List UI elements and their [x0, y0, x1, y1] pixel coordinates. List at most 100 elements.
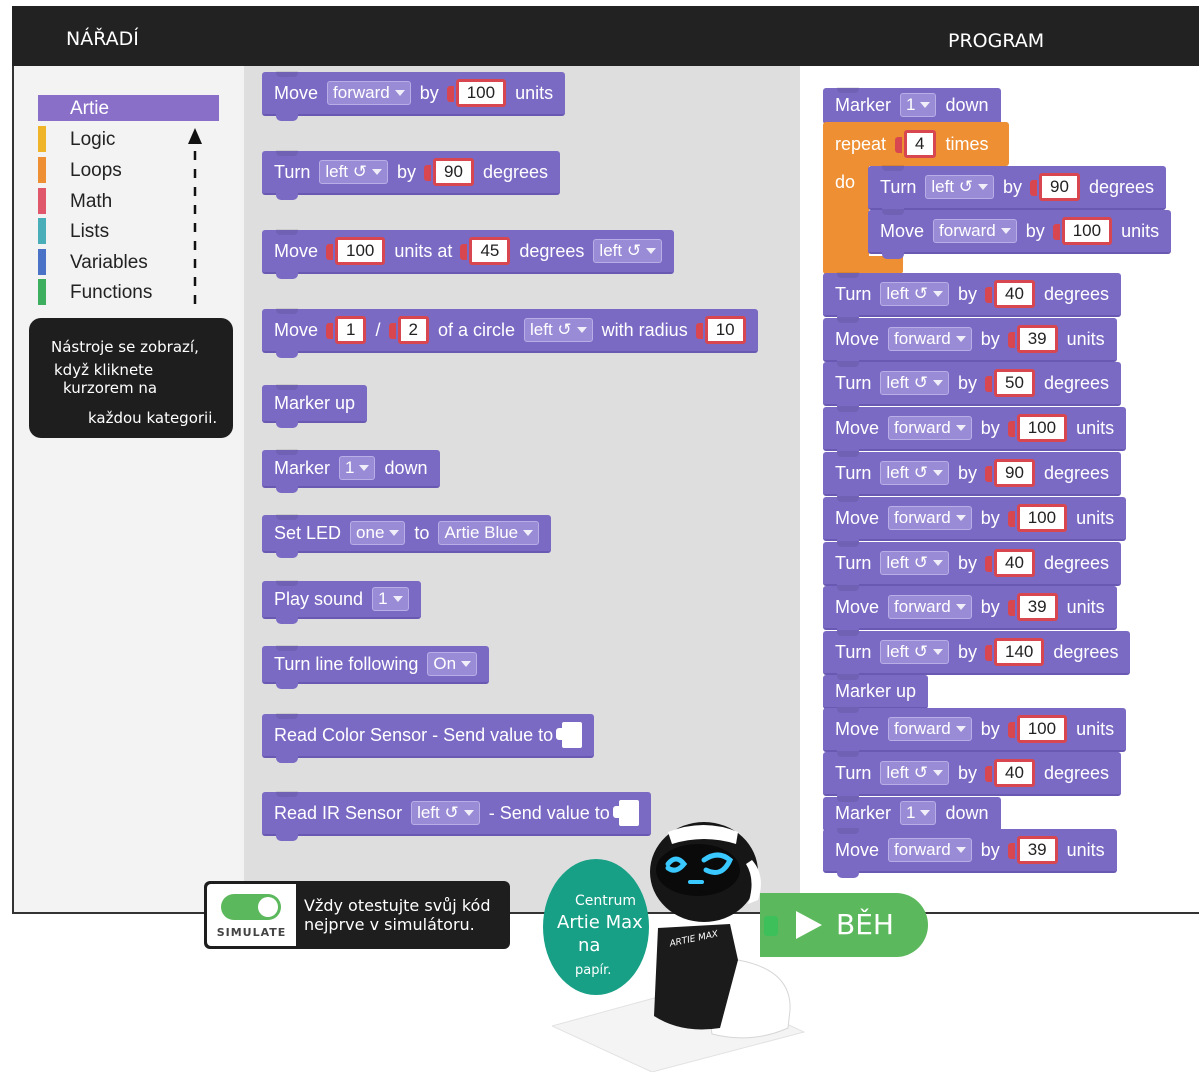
number-input[interactable]: 39 [1007, 325, 1058, 353]
program-marker-up-block[interactable]: Marker up [823, 674, 929, 714]
number-input[interactable]: 100 [325, 237, 386, 265]
block-text: degrees [519, 240, 585, 261]
program-repeat-block[interactable]: repeat 4 times [823, 122, 1009, 166]
block-text: down [384, 457, 428, 478]
palette-turn-block[interactable]: Turn left ↺ by 90 degrees [262, 150, 560, 200]
block-text: by [980, 596, 1000, 617]
chevron-down-icon [955, 336, 966, 342]
color-dropdown[interactable]: Artie Blue [438, 521, 540, 545]
direction-dropdown[interactable]: left ↺ [319, 160, 388, 184]
dropdown-value: left ↺ [417, 803, 459, 822]
program-turn-block[interactable]: Turn left ↺ by 90 degrees [823, 451, 1121, 501]
toggle-knob [258, 897, 278, 917]
direction-dropdown[interactable]: left ↺ [411, 801, 480, 825]
direction-dropdown[interactable]: forward [933, 219, 1017, 243]
direction-dropdown[interactable]: forward [888, 416, 972, 440]
direction-dropdown[interactable]: left ↺ [524, 318, 593, 342]
number-input[interactable]: 45 [460, 237, 511, 265]
number-input[interactable]: 100 [446, 79, 507, 107]
program-turn-block[interactable]: Turn left ↺ by 140 degrees [823, 630, 1131, 680]
program-turn-block[interactable]: Turn left ↺ by 90 degrees [868, 165, 1166, 215]
program-move-block[interactable]: Move forward by 39 units [823, 317, 1117, 367]
direction-dropdown[interactable]: forward [888, 838, 972, 862]
program-move-block[interactable]: Move forward by 100 units [868, 209, 1172, 259]
block-text: Marker [274, 457, 331, 478]
number-input[interactable]: 90 [424, 158, 474, 186]
program-move-block[interactable]: Move forward by 39 units [823, 828, 1117, 878]
direction-dropdown[interactable]: left ↺ [880, 371, 949, 395]
direction-dropdown[interactable]: left ↺ [880, 761, 949, 785]
direction-dropdown[interactable]: left ↺ [925, 175, 994, 199]
number-input[interactable]: 140 [984, 638, 1045, 666]
number-input[interactable]: 90 [1030, 173, 1080, 201]
chevron-down-icon [955, 515, 966, 521]
program-turn-block[interactable]: Turn left ↺ by 50 degrees [823, 361, 1121, 411]
block-text: Move [835, 596, 880, 617]
number-input[interactable]: 2 [388, 316, 429, 344]
palette-move-arc-block[interactable]: Move 100 units at 45 degrees left ↺ [262, 229, 675, 279]
program-move-block[interactable]: Move forward by 100 units [823, 496, 1127, 546]
dropdown-value: left ↺ [886, 373, 928, 392]
block-text: Turn [835, 372, 872, 393]
program-turn-block[interactable]: Turn left ↺ by 40 degrees [823, 541, 1121, 591]
direction-dropdown[interactable]: forward [888, 327, 972, 351]
program-move-block[interactable]: Move forward by 100 units [823, 406, 1127, 456]
repeat-count-input[interactable]: 4 [894, 130, 936, 158]
program-marker-down-block[interactable]: Marker 1 down [823, 87, 1001, 129]
led-dropdown[interactable]: one [350, 521, 406, 545]
direction-dropdown[interactable]: left ↺ [880, 461, 949, 485]
palette-marker-up-block[interactable]: Marker up [262, 384, 368, 428]
number-input[interactable]: 100 [1007, 414, 1068, 442]
block-text: Move [274, 240, 319, 261]
program-turn-block[interactable]: Turn left ↺ by 40 degrees [823, 751, 1121, 801]
direction-dropdown[interactable]: left ↺ [880, 551, 949, 575]
number-input[interactable]: 40 [985, 549, 1035, 577]
block-text: times [945, 133, 989, 154]
category-color-bar [38, 279, 46, 305]
program-move-block[interactable]: Move forward by 100 units [823, 707, 1127, 757]
number-input[interactable]: 90 [985, 459, 1035, 487]
toggle-switch[interactable] [221, 894, 281, 920]
number-input[interactable]: 10 [695, 316, 746, 344]
line-following-dropdown[interactable]: On [427, 652, 478, 676]
badge-line: Artie Max [557, 912, 643, 933]
program-turn-block[interactable]: Turn left ↺ by 40 degrees [823, 272, 1121, 322]
marker-dropdown[interactable]: 1 [339, 456, 376, 480]
direction-dropdown[interactable]: left ↺ [880, 640, 949, 664]
direction-dropdown[interactable]: left ↺ [880, 282, 949, 306]
chevron-down-icon [394, 90, 405, 96]
simulate-toggle-button[interactable]: SIMULATE [207, 884, 296, 946]
palette-move-block[interactable]: Move forward by 100 units [262, 71, 566, 121]
block-text: by [419, 82, 439, 103]
palette-move-circle-block[interactable]: Move 1 / 2 of a circle left ↺ with radiu… [262, 308, 758, 358]
direction-dropdown[interactable]: forward [888, 595, 972, 619]
category-artie[interactable]: Artie [38, 95, 219, 121]
number-input[interactable]: 100 [1007, 715, 1068, 743]
palette-set-led-block[interactable]: Set LED one to Artie Blue [262, 514, 552, 558]
number-input[interactable]: 100 [1007, 504, 1068, 532]
number-input[interactable]: 100 [1052, 217, 1113, 245]
program-marker-down-block[interactable]: Marker 1 down [823, 796, 1001, 836]
number-input[interactable]: 1 [325, 316, 367, 344]
dropdown-value: 1 [906, 95, 916, 114]
program-move-block[interactable]: Move forward by 39 units [823, 585, 1117, 635]
block-text: degrees [1043, 283, 1109, 304]
direction-dropdown[interactable]: forward [327, 81, 411, 105]
direction-dropdown[interactable]: left ↺ [593, 239, 663, 263]
direction-dropdown[interactable]: forward [888, 717, 972, 741]
category-label: Lists [70, 221, 110, 242]
number-input[interactable]: 40 [985, 759, 1035, 787]
number-input[interactable]: 50 [985, 369, 1035, 397]
sound-dropdown[interactable]: 1 [372, 587, 409, 611]
number-input[interactable]: 40 [985, 280, 1035, 308]
direction-dropdown[interactable]: forward [888, 506, 972, 530]
palette-color-sensor-block[interactable]: Read Color Sensor - Send value to [262, 713, 595, 763]
number-input[interactable]: 39 [1007, 836, 1058, 864]
value-slot[interactable] [556, 722, 583, 748]
marker-dropdown[interactable]: 1 [900, 801, 937, 825]
palette-play-sound-block[interactable]: Play sound 1 [262, 580, 421, 624]
palette-line-following-block[interactable]: Turn line following On [262, 645, 490, 689]
palette-marker-down-block[interactable]: Marker 1 down [262, 449, 440, 493]
marker-dropdown[interactable]: 1 [900, 93, 937, 117]
number-input[interactable]: 39 [1007, 593, 1058, 621]
